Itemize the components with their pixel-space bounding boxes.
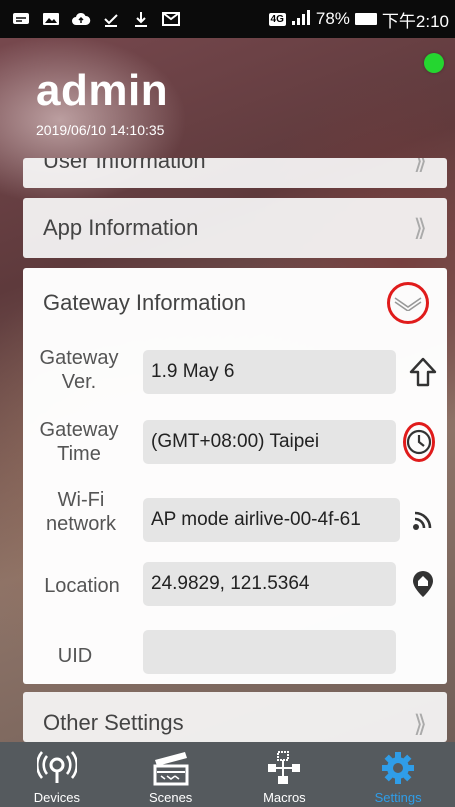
download-icon [130,10,152,28]
wifi-network-label: Wi-Fi network [45,489,117,535]
chevron-right-icon: ⟫ [413,710,427,738]
tab-devices-label: Devices [33,790,80,805]
gear-icon [382,752,415,784]
wifi-network-value: AP mode airlive-00-4f-61 [143,498,400,542]
location-row: Location 24.9829, 121.5364 [23,558,447,616]
user-information-title: User Information [43,158,206,173]
clapperboard-icon [153,752,189,786]
other-settings-title: Other Settings [43,710,184,735]
uid-row: UID [23,624,447,682]
gateway-time-label: Gateway Time [39,419,119,465]
gateway-information-title: Gateway Information [43,290,246,315]
gateway-version-value: 1.9 May 6 [143,350,396,394]
macros-flow-icon [268,751,301,784]
uid-value [143,630,396,674]
chevron-right-icon: ⟫ [413,158,427,175]
uid-label: UID [57,645,93,667]
wifi-settings-button[interactable] [407,504,439,536]
image-icon [40,10,62,28]
bottom-tab-bar: Devices Scenes Macros Settings [0,742,455,807]
battery-icon [354,13,377,25]
mail-icon [160,10,182,28]
set-location-button[interactable] [407,568,439,600]
tab-macros[interactable]: Macros [234,742,334,807]
gateway-time-row: Gateway Time (GMT+08:00) Taipei [23,416,447,474]
tab-scenes-label: Scenes [148,790,193,805]
highlight-ring [403,422,435,462]
tab-settings[interactable]: Settings [348,742,448,807]
wifi-signal-icon [413,511,432,530]
upload-arrow-icon [409,357,437,387]
tab-devices[interactable]: Devices [7,742,107,807]
wifi-network-row: Wi-Fi network AP mode airlive-00-4f-61 [23,486,447,544]
gateway-information-header[interactable]: Gateway Information [23,268,447,338]
network-type: 4G [268,12,286,26]
notification-icons [10,10,182,28]
cloud-upload-icon [70,10,92,28]
user-name: admin [36,66,169,115]
location-label: Location [44,575,120,597]
chevron-down-icon [394,297,422,311]
app-information-title: App Information [43,215,199,240]
location-value: 24.9829, 121.5364 [143,562,396,606]
other-settings-section[interactable]: Other Settings ⟫ [23,692,447,742]
system-status: 4G 78% 下午2:10 [268,7,449,32]
sync-time-button[interactable] [403,422,435,462]
signal-icon [291,9,311,30]
location-pin-icon [413,571,433,597]
battery-percent: 78% [315,9,350,28]
clock-time: 下午2:10 [381,11,449,31]
clock-icon [406,429,432,455]
current-datetime: 2019/06/10 14:10:35 [36,122,165,138]
online-status-indicator [424,53,444,73]
status-bar: 4G 78% 下午2:10 [0,0,455,38]
user-information-section[interactable]: User Information ⟫ [23,158,447,188]
chevron-right-icon: ⟫ [413,214,427,242]
tab-macros-label: Macros [263,790,306,805]
message-icon [10,10,32,28]
upgrade-firmware-button[interactable] [407,356,439,388]
tab-scenes[interactable]: Scenes [121,742,221,807]
tab-settings-label: Settings [374,790,422,805]
devices-antenna-icon [36,751,77,783]
app-information-section[interactable]: App Information ⟫ [23,198,447,258]
gateway-version-row: Gateway Ver. 1.9 May 6 [23,342,447,400]
collapse-button[interactable] [387,282,429,324]
check-download-icon [100,10,122,28]
gateway-time-value: (GMT+08:00) Taipei [143,420,396,464]
gateway-information-section: Gateway Information Gateway Ver. 1.9 May… [23,268,447,684]
gateway-version-label: Gateway Ver. [39,347,119,393]
